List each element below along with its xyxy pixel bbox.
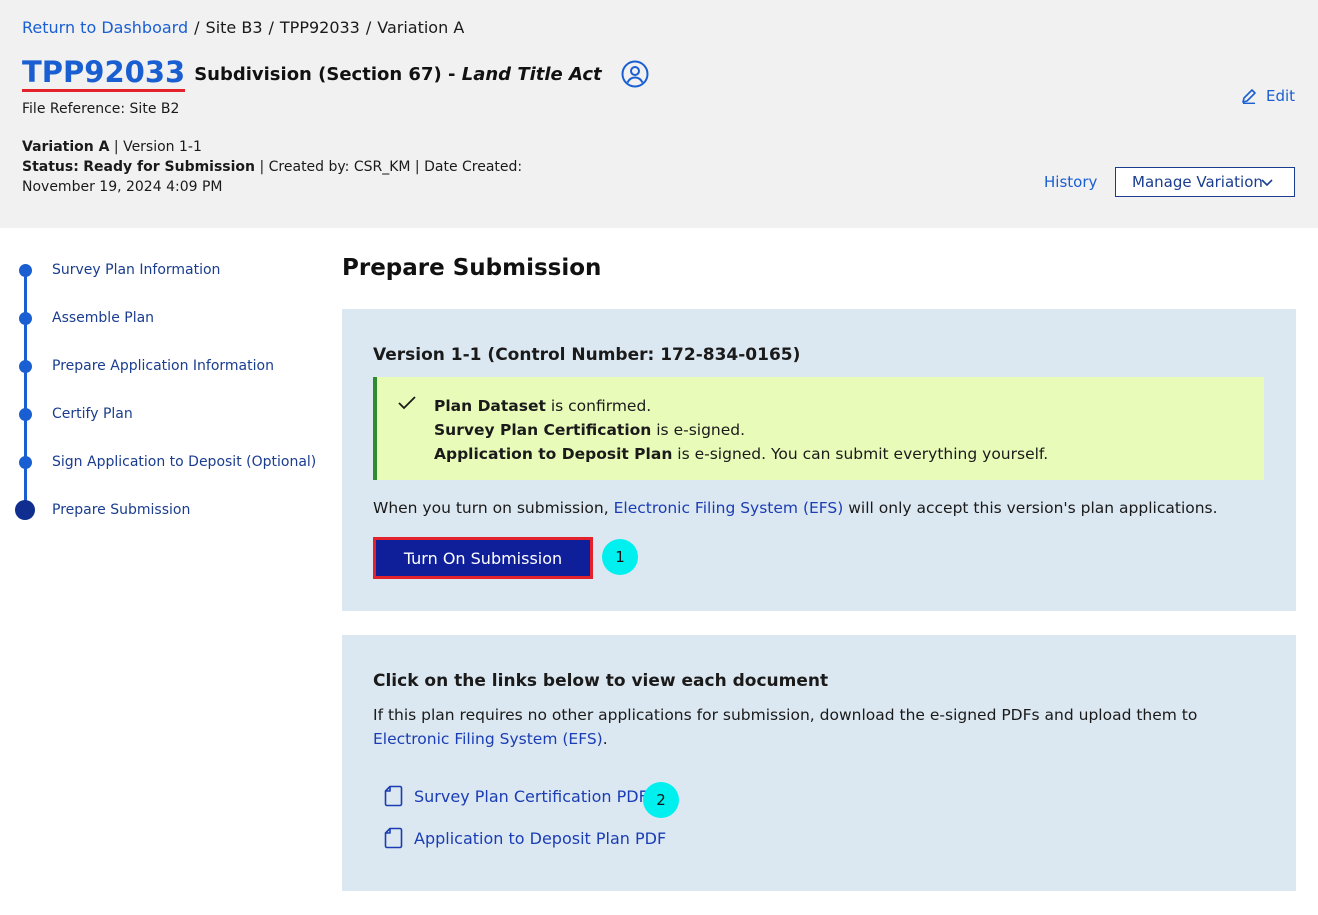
breadcrumb-separator: / xyxy=(365,18,372,37)
plan-id: TPP92033 xyxy=(22,56,186,92)
breadcrumb-variation: Variation A xyxy=(377,18,465,37)
success-line: Plan Dataset is confirmed. xyxy=(434,394,1048,418)
documents-title: Click on the links below to view each do… xyxy=(373,671,829,691)
breadcrumb-separator: / xyxy=(194,18,200,37)
annotation-marker-2: 2 xyxy=(643,782,679,818)
page-title: Prepare Submission xyxy=(342,255,602,281)
efs-note: When you turn on submission, Electronic … xyxy=(373,499,1218,517)
efs-note-before: When you turn on submission, xyxy=(373,499,614,517)
variation-meta: Variation A | Version 1-1 Status: Ready … xyxy=(22,137,562,197)
turn-on-submission-button[interactable]: Turn On Submission xyxy=(373,537,593,579)
document-icon xyxy=(384,785,403,807)
success-subject: Survey Plan Certification xyxy=(434,421,652,439)
application-to-deposit-plan-pdf-link[interactable]: Application to Deposit Plan PDF xyxy=(384,827,666,849)
success-line: Survey Plan Certification is e-signed. xyxy=(434,418,1048,442)
annotation-marker-1: 1 xyxy=(602,539,638,575)
edit-button[interactable]: Edit xyxy=(1240,87,1295,105)
survey-plan-certification-pdf-link[interactable]: Survey Plan Certification PDF xyxy=(384,785,648,807)
document-icon xyxy=(384,827,403,849)
step-label: Certify Plan xyxy=(52,406,133,422)
plan-type: Subdivision (Section 67) - Land Title Ac… xyxy=(194,64,601,85)
success-messages: Plan Dataset is confirmed. Survey Plan C… xyxy=(434,394,1048,466)
status-label: Status: xyxy=(22,159,79,175)
breadcrumb-plan: TPP92033 xyxy=(279,18,360,37)
success-status: is e-signed. xyxy=(651,421,746,439)
step-label: Prepare Application Information xyxy=(52,358,274,374)
breadcrumb-site: Site B3 xyxy=(205,18,263,37)
variation-label: Variation A xyxy=(22,139,110,155)
file-reference: File Reference: Site B2 xyxy=(22,101,179,117)
step-dot xyxy=(19,263,32,277)
page-header: Return to Dashboard / Site B3 / TPP92033 / Var… xyxy=(0,0,1318,228)
documents-intro-end: . xyxy=(602,730,608,748)
progress-stepper: Survey Plan Information Assemble Plan Pr… xyxy=(0,250,330,540)
file-ref-label: File Reference: xyxy=(22,101,126,117)
success-alert: Plan Dataset is confirmed. Survey Plan C… xyxy=(373,377,1264,480)
doc-link-label: Application to Deposit Plan PDF xyxy=(414,828,667,848)
title-row: TPP92033 Subdivision (Section 67) - Land… xyxy=(22,56,650,92)
breadcrumb: Return to Dashboard / Site B3 / TPP92033 / Var… xyxy=(22,18,464,37)
chevron-down-icon xyxy=(1261,179,1273,187)
step-dot xyxy=(19,311,32,325)
success-status: is confirmed. xyxy=(545,397,652,415)
efs-link-2[interactable]: Electronic Filing System (EFS) xyxy=(373,730,603,748)
history-link[interactable]: History xyxy=(1044,173,1097,191)
documents-intro-text: If this plan requires no other applicati… xyxy=(373,706,1198,724)
checkmark-icon xyxy=(398,396,416,410)
user-circle-icon[interactable] xyxy=(620,59,650,89)
version-title: Version 1-1 (Control Number: 172-834-016… xyxy=(373,345,801,365)
manage-variation-label: Manage Variation xyxy=(1132,173,1263,191)
efs-link[interactable]: Electronic Filing System (EFS) xyxy=(614,499,844,517)
step-label: Prepare Submission xyxy=(52,502,191,518)
submission-panel: Version 1-1 (Control Number: 172-834-016… xyxy=(342,309,1296,611)
step-dot xyxy=(19,359,32,373)
efs-note-after: will only accept this version's plan app… xyxy=(843,499,1218,517)
version-text: | Version 1-1 xyxy=(113,139,202,155)
success-line: Application to Deposit Plan is e-signed.… xyxy=(434,442,1048,466)
file-ref-value: Site B2 xyxy=(129,101,180,117)
breadcrumb-separator: / xyxy=(268,18,274,37)
step-dot xyxy=(19,407,32,421)
plan-act: Land Title Act xyxy=(461,63,602,85)
step-dot xyxy=(19,455,32,469)
plan-type-text: Subdivision (Section 67) - xyxy=(194,63,456,85)
documents-panel: Click on the links below to view each do… xyxy=(342,635,1296,891)
pencil-icon xyxy=(1242,89,1256,104)
success-subject: Plan Dataset xyxy=(434,397,546,415)
status-line: Status: Ready for Submission | Created b… xyxy=(22,157,562,197)
success-status: is e-signed. You can submit everything y… xyxy=(672,445,1049,463)
step-label: Survey Plan Information xyxy=(52,262,221,278)
step-label: Sign Application to Deposit (Optional) xyxy=(52,454,317,470)
step-dot-active xyxy=(15,500,35,520)
doc-link-label: Survey Plan Certification PDF xyxy=(414,786,648,806)
breadcrumb-dashboard-link[interactable]: Return to Dashboard xyxy=(22,18,188,37)
documents-intro: If this plan requires no other applicati… xyxy=(373,703,1273,751)
manage-variation-button[interactable]: Manage Variation xyxy=(1115,167,1295,197)
status-value: Ready for Submission xyxy=(83,159,256,175)
step-label: Assemble Plan xyxy=(52,310,155,326)
success-subject: Application to Deposit Plan xyxy=(434,445,673,463)
edit-label: Edit xyxy=(1266,87,1296,105)
variation-line: Variation A | Version 1-1 xyxy=(22,137,562,157)
stepper-line xyxy=(24,270,27,510)
